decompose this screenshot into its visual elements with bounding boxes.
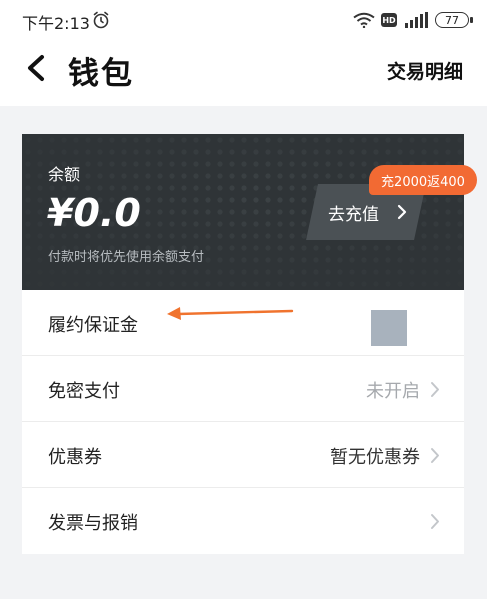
list-item-label: 发票与报销 <box>48 513 138 534</box>
list-item-label: 优惠券 <box>48 447 102 468</box>
recharge-promo-badge[interactable]: 充2000返400 <box>369 165 477 195</box>
list-item-invoices[interactable]: 发票与报销 <box>22 488 464 554</box>
list-item-coupons[interactable]: 优惠券 暂无优惠券 <box>22 422 464 488</box>
chevron-right-icon <box>431 382 439 397</box>
balance-hint: 付款时将优先使用余额支付 <box>48 250 205 265</box>
chevron-left-icon[interactable] <box>24 54 48 82</box>
list-item-password-free-payment[interactable]: 免密支付 未开启 <box>22 356 464 422</box>
list-item-performance-deposit[interactable]: 履约保证金 <box>22 290 464 356</box>
list-item-value: 暂无优惠券 <box>330 447 420 468</box>
transaction-details-link[interactable]: 交易明细 <box>387 57 463 84</box>
balance-label: 余额 <box>48 165 81 184</box>
hd-icon: HD <box>381 13 397 27</box>
status-bar: 下午2:13 HD 77 <box>0 0 487 40</box>
chevron-right-icon <box>431 514 439 529</box>
wifi-icon <box>353 12 375 28</box>
wallet-balance-card: 余额 ¥0.0 付款时将优先使用余额支付 去充值 <box>22 134 464 290</box>
top-area: 下午2:13 HD 77 钱包 交易明细 <box>0 0 487 106</box>
status-time: 下午2:13 <box>22 14 90 33</box>
redacted-block <box>371 310 407 346</box>
chevron-right-icon <box>397 204 407 220</box>
alarm-icon <box>93 11 109 29</box>
status-right: HD 77 <box>353 10 473 30</box>
wallet-options-list: 履约保证金 免密支付 未开启 优惠券 暂无优惠券 发票与报销 <box>22 290 464 554</box>
page-title: 钱包 <box>68 56 134 92</box>
battery-icon: 77 <box>435 12 473 28</box>
nav-bar: 钱包 交易明细 <box>0 40 487 96</box>
recharge-label[interactable]: 去充值 <box>328 200 379 225</box>
list-item-value: 未开启 <box>366 381 420 402</box>
list-item-label: 免密支付 <box>48 381 120 402</box>
annotation-arrow-icon <box>167 307 294 320</box>
signal-icon <box>405 12 428 28</box>
chevron-right-icon <box>431 448 439 463</box>
balance-amount: ¥0.0 <box>47 191 141 235</box>
list-item-label: 履约保证金 <box>48 315 138 336</box>
